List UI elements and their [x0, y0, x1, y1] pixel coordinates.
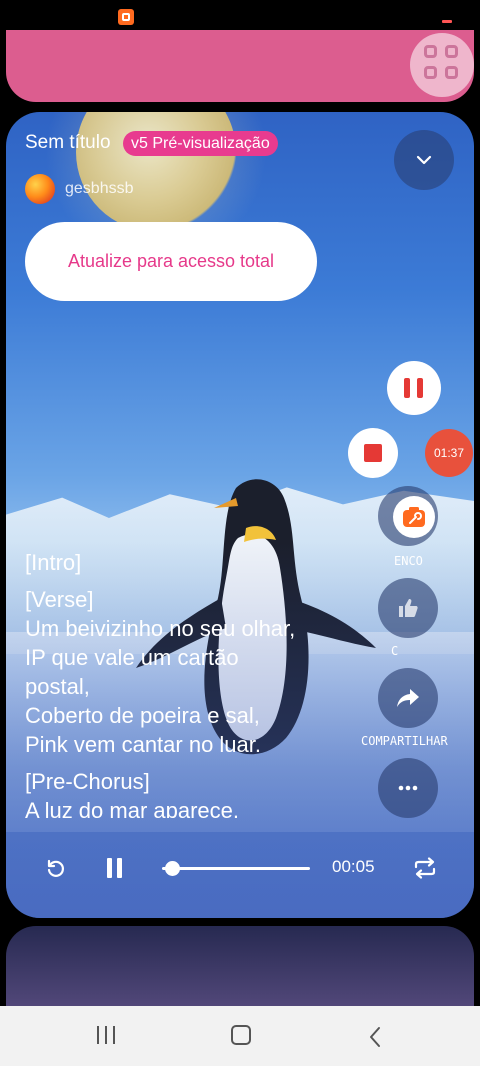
recorder-stop-button[interactable]	[348, 428, 398, 478]
recorder-timer[interactable]: 01:37	[425, 429, 473, 477]
repeat-icon[interactable]	[412, 856, 438, 880]
status-indicator	[442, 20, 452, 23]
status-bar	[0, 0, 480, 30]
grid-icon	[424, 45, 462, 83]
system-navigation-bar	[0, 1006, 480, 1066]
next-card[interactable]	[6, 926, 474, 1006]
chevron-down-icon	[416, 155, 432, 165]
more-options-button[interactable]	[378, 758, 438, 818]
camera-icon	[403, 507, 425, 527]
back-icon[interactable]	[368, 1026, 382, 1048]
floating-menu-button[interactable]	[410, 33, 474, 97]
thumbs-up-icon	[399, 599, 418, 617]
app-notification-icon	[118, 9, 134, 25]
more-icon	[398, 785, 418, 791]
like-button[interactable]	[378, 578, 438, 638]
pause-icon[interactable]	[104, 856, 126, 880]
lyrics-pre-chorus-tag: [Pre-Chorus]	[25, 769, 150, 794]
lyrics: [Intro] [Verse] Um beivizinho no seu olh…	[25, 548, 365, 818]
home-icon[interactable]	[231, 1025, 251, 1045]
elapsed-time: 00:05	[332, 857, 375, 876]
share-button[interactable]	[378, 668, 438, 728]
previous-card[interactable]	[6, 30, 474, 102]
like-label: C	[391, 644, 399, 658]
lyrics-verse-tag: [Verse]	[25, 587, 94, 612]
playback-controls: 00:05	[6, 842, 474, 892]
share-label: COMPARTILHAR	[361, 734, 448, 748]
lyrics-line: Coberto de poeira e sal,	[25, 703, 260, 728]
user-avatar[interactable]	[25, 174, 55, 204]
replay-icon[interactable]	[43, 856, 67, 880]
recorder-pause-button[interactable]	[387, 361, 441, 415]
progress-knob[interactable]	[165, 861, 181, 876]
lyrics-line: IP que vale um cartão	[25, 645, 239, 670]
recorder-camera-button[interactable]	[393, 496, 435, 538]
lyrics-line: Pink vem cantar no luar.	[25, 732, 262, 757]
lyrics-intro-tag: [Intro]	[25, 550, 82, 575]
progress-bar[interactable]	[162, 867, 310, 870]
lyrics-line: A luz do mar aparece,	[25, 798, 240, 818]
username[interactable]: gesbhssb	[65, 180, 134, 198]
silence-label: ENCO	[394, 554, 423, 568]
song-title: Sem título	[25, 132, 111, 153]
version-badge: v5 Pré-visualização	[123, 131, 278, 156]
recents-icon[interactable]	[97, 1026, 115, 1044]
share-icon	[397, 689, 419, 707]
upgrade-button[interactable]: Atualize para acesso total	[25, 222, 317, 301]
lyrics-line: Um beivizinho no seu olhar,	[25, 616, 296, 641]
collapse-button[interactable]	[394, 130, 454, 190]
lyrics-line: postal,	[25, 674, 90, 699]
